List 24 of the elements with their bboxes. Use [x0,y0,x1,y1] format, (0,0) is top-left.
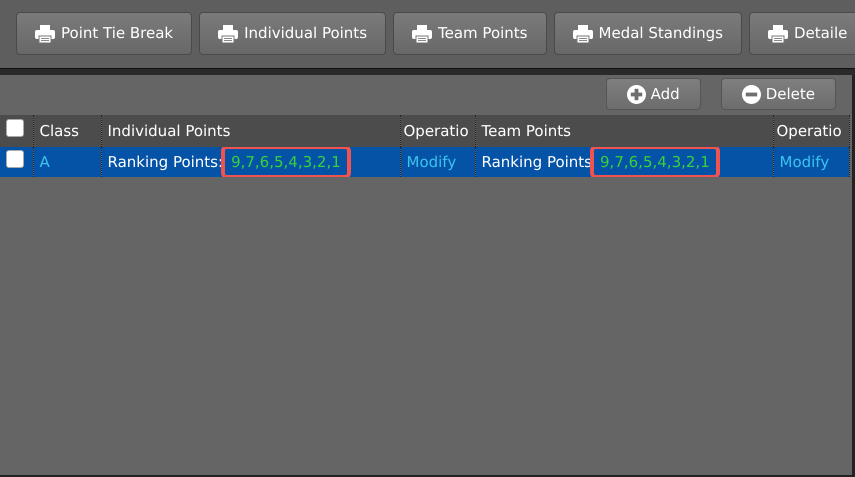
column-header: Individual Points [101,115,400,147]
plus-icon [626,84,646,104]
delete-button[interactable]: Delete [720,78,836,110]
checkbox[interactable] [6,150,24,168]
report-button[interactable]: Medal Standings [554,12,742,55]
class-cell: A [33,147,101,177]
points-label: Ranking Points: [108,152,224,171]
printer-icon [412,24,432,42]
printer-icon [35,24,55,42]
report-button[interactable]: Detaile [748,12,855,55]
column-header: Team Points [475,115,773,147]
column-header: Operatio [773,115,849,147]
column-header: Operatio [400,115,475,147]
add-button[interactable]: Add [606,78,701,110]
column-header: Class [33,115,101,147]
printer-icon [218,24,238,42]
minus-icon [742,84,761,104]
report-button[interactable]: Team Points [393,12,546,55]
printer-icon [768,24,788,42]
report-button[interactable]: Individual Points [199,12,386,55]
points-label: Ranking Points [482,152,592,171]
printer-icon [572,24,592,42]
checkbox[interactable] [6,118,24,137]
report-button[interactable]: Point Tie Break [16,12,192,55]
